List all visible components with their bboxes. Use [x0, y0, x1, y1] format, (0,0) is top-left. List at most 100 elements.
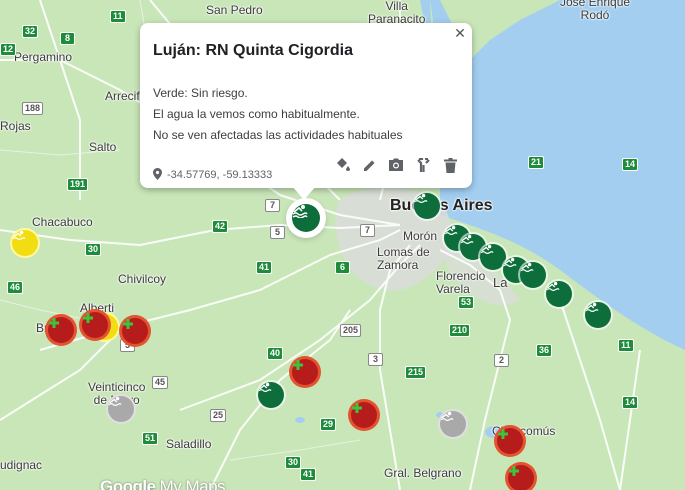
- coordinates-text: -34.57769, -59.13333: [167, 169, 273, 181]
- route-shield: 7: [265, 199, 280, 212]
- place-bragado: Br: [36, 321, 48, 335]
- route-shield: 3: [368, 353, 383, 366]
- popup-description-line: Verde: Sin riesgo.: [153, 86, 248, 100]
- location-pin-icon: [153, 168, 162, 180]
- route-shield: 7: [360, 224, 375, 237]
- health-alert-marker-red[interactable]: [351, 402, 377, 428]
- route-shield: 2: [494, 354, 509, 367]
- swimmer-icon: [414, 193, 428, 204]
- cross-icon: [498, 429, 508, 439]
- place-rudignac: udignac: [0, 458, 43, 472]
- place-arrecifes: Arrecif: [105, 89, 140, 103]
- cross-icon: [123, 319, 133, 329]
- info-popup: ✕ Luján: RN Quinta Cigordia Verde: Sin r…: [140, 23, 472, 188]
- cross-icon: [509, 466, 519, 476]
- paint-bucket-icon[interactable]: [333, 156, 351, 174]
- swimmer-icon: [440, 411, 454, 422]
- water-quality-marker-green[interactable]: [258, 382, 284, 408]
- route-shield: 25: [210, 409, 227, 422]
- route-shield: 12: [0, 43, 17, 56]
- route-shield: 14: [622, 396, 639, 409]
- water-quality-marker-grey[interactable]: [440, 411, 466, 437]
- route-shield: 188: [22, 102, 44, 115]
- route-shield: 21: [528, 156, 545, 169]
- google-my-maps-logo: Google My Maps: [100, 477, 226, 490]
- route-shield: 51: [142, 432, 159, 445]
- cross-icon: [49, 318, 59, 328]
- route-shield: 29: [320, 418, 337, 431]
- swimmer-icon: [546, 281, 560, 292]
- swimmer-icon: [292, 205, 308, 218]
- health-alert-marker-red[interactable]: [48, 317, 74, 343]
- swimmer-icon: [503, 257, 517, 268]
- swimmer-icon: [460, 234, 474, 245]
- route-shield: 205: [340, 324, 362, 337]
- swimmer-icon: [480, 244, 494, 255]
- camera-icon[interactable]: [387, 156, 405, 174]
- route-shield: 42: [212, 220, 229, 233]
- route-shield: 14: [622, 158, 639, 171]
- place-florencio-varela: Florencio Varela: [436, 269, 486, 296]
- health-alert-marker-red[interactable]: [497, 428, 523, 454]
- place-jose-enrique-rodo: José Enrique Rodó: [560, 0, 631, 22]
- route-shield: 30: [85, 243, 102, 256]
- health-alert-marker-red[interactable]: [292, 359, 318, 385]
- popup-pointer: [292, 186, 316, 200]
- swimmer-icon: [12, 230, 26, 241]
- place-saladillo: Saladillo: [166, 437, 212, 451]
- health-alert-marker-red[interactable]: [508, 465, 534, 490]
- route-shield: 41: [300, 468, 317, 481]
- google-wordmark: Google: [100, 477, 156, 490]
- swimmer-icon: [258, 382, 272, 393]
- route-shield: 36: [536, 344, 553, 357]
- place-buenos-aires: Buenos Aires: [390, 197, 493, 214]
- route-shield: 215: [405, 366, 427, 379]
- close-icon[interactable]: ✕: [452, 26, 468, 42]
- swimmer-icon: [520, 262, 534, 273]
- route-shield: 53: [458, 296, 475, 309]
- swimmer-icon: [108, 396, 122, 407]
- route-shield: 40: [267, 347, 284, 360]
- swimmer-icon: [444, 225, 458, 236]
- route-shield: 6: [335, 261, 350, 274]
- place-moron: Morón: [403, 229, 438, 243]
- route-shield: 30: [285, 456, 302, 469]
- route-shield: 41: [256, 261, 273, 274]
- place-pergamino: Pergamino: [14, 50, 73, 64]
- place-salto: Salto: [89, 140, 117, 154]
- water-quality-marker-grey[interactable]: [108, 396, 134, 422]
- health-alert-marker-red[interactable]: [122, 318, 148, 344]
- water-quality-marker-green[interactable]: [546, 281, 572, 307]
- route-shield: 191: [67, 178, 89, 191]
- water-quality-marker-green[interactable]: [520, 262, 546, 288]
- route-shield: 11: [110, 10, 126, 23]
- directions-icon[interactable]: [414, 156, 432, 174]
- place-lomas-de-zamora: Lomas de Zamora: [377, 245, 430, 272]
- route-shield: 45: [152, 376, 169, 389]
- place-chacabuco: Chacabuco: [32, 215, 93, 229]
- popup-coordinates: -34.57769, -59.13333: [153, 168, 272, 181]
- popup-description-line: No se ven afectadas las actividades habi…: [153, 128, 403, 142]
- cross-icon: [352, 403, 362, 413]
- pencil-icon[interactable]: [360, 156, 378, 174]
- water-quality-marker-selected[interactable]: [292, 204, 320, 232]
- route-shield: 46: [7, 281, 24, 294]
- water-quality-marker-yellow[interactable]: [12, 230, 38, 256]
- place-rojas: Rojas: [0, 119, 31, 133]
- cross-icon: [293, 360, 303, 370]
- water-quality-marker-green[interactable]: [585, 302, 611, 328]
- popup-description: Verde: Sin riesgo. El agua la vemos como…: [153, 83, 403, 146]
- place-gral-belgrano: Gral. Belgrano: [384, 466, 462, 480]
- route-shield: 5: [270, 226, 285, 239]
- popup-title: Luján: RN Quinta Cigordia: [153, 42, 353, 59]
- trash-icon[interactable]: [441, 156, 459, 174]
- popup-toolbar: [333, 156, 459, 174]
- place-san-pedro: San Pedro: [206, 3, 263, 17]
- route-shield: 32: [22, 25, 39, 38]
- water-quality-marker-green[interactable]: [414, 193, 440, 219]
- health-alert-marker-red[interactable]: [82, 312, 108, 338]
- cross-icon: [83, 313, 93, 323]
- route-shield: 8: [60, 32, 75, 45]
- popup-description-line: El agua la vemos como habitualmente.: [153, 107, 360, 121]
- my-maps-wordmark: My Maps: [159, 477, 226, 490]
